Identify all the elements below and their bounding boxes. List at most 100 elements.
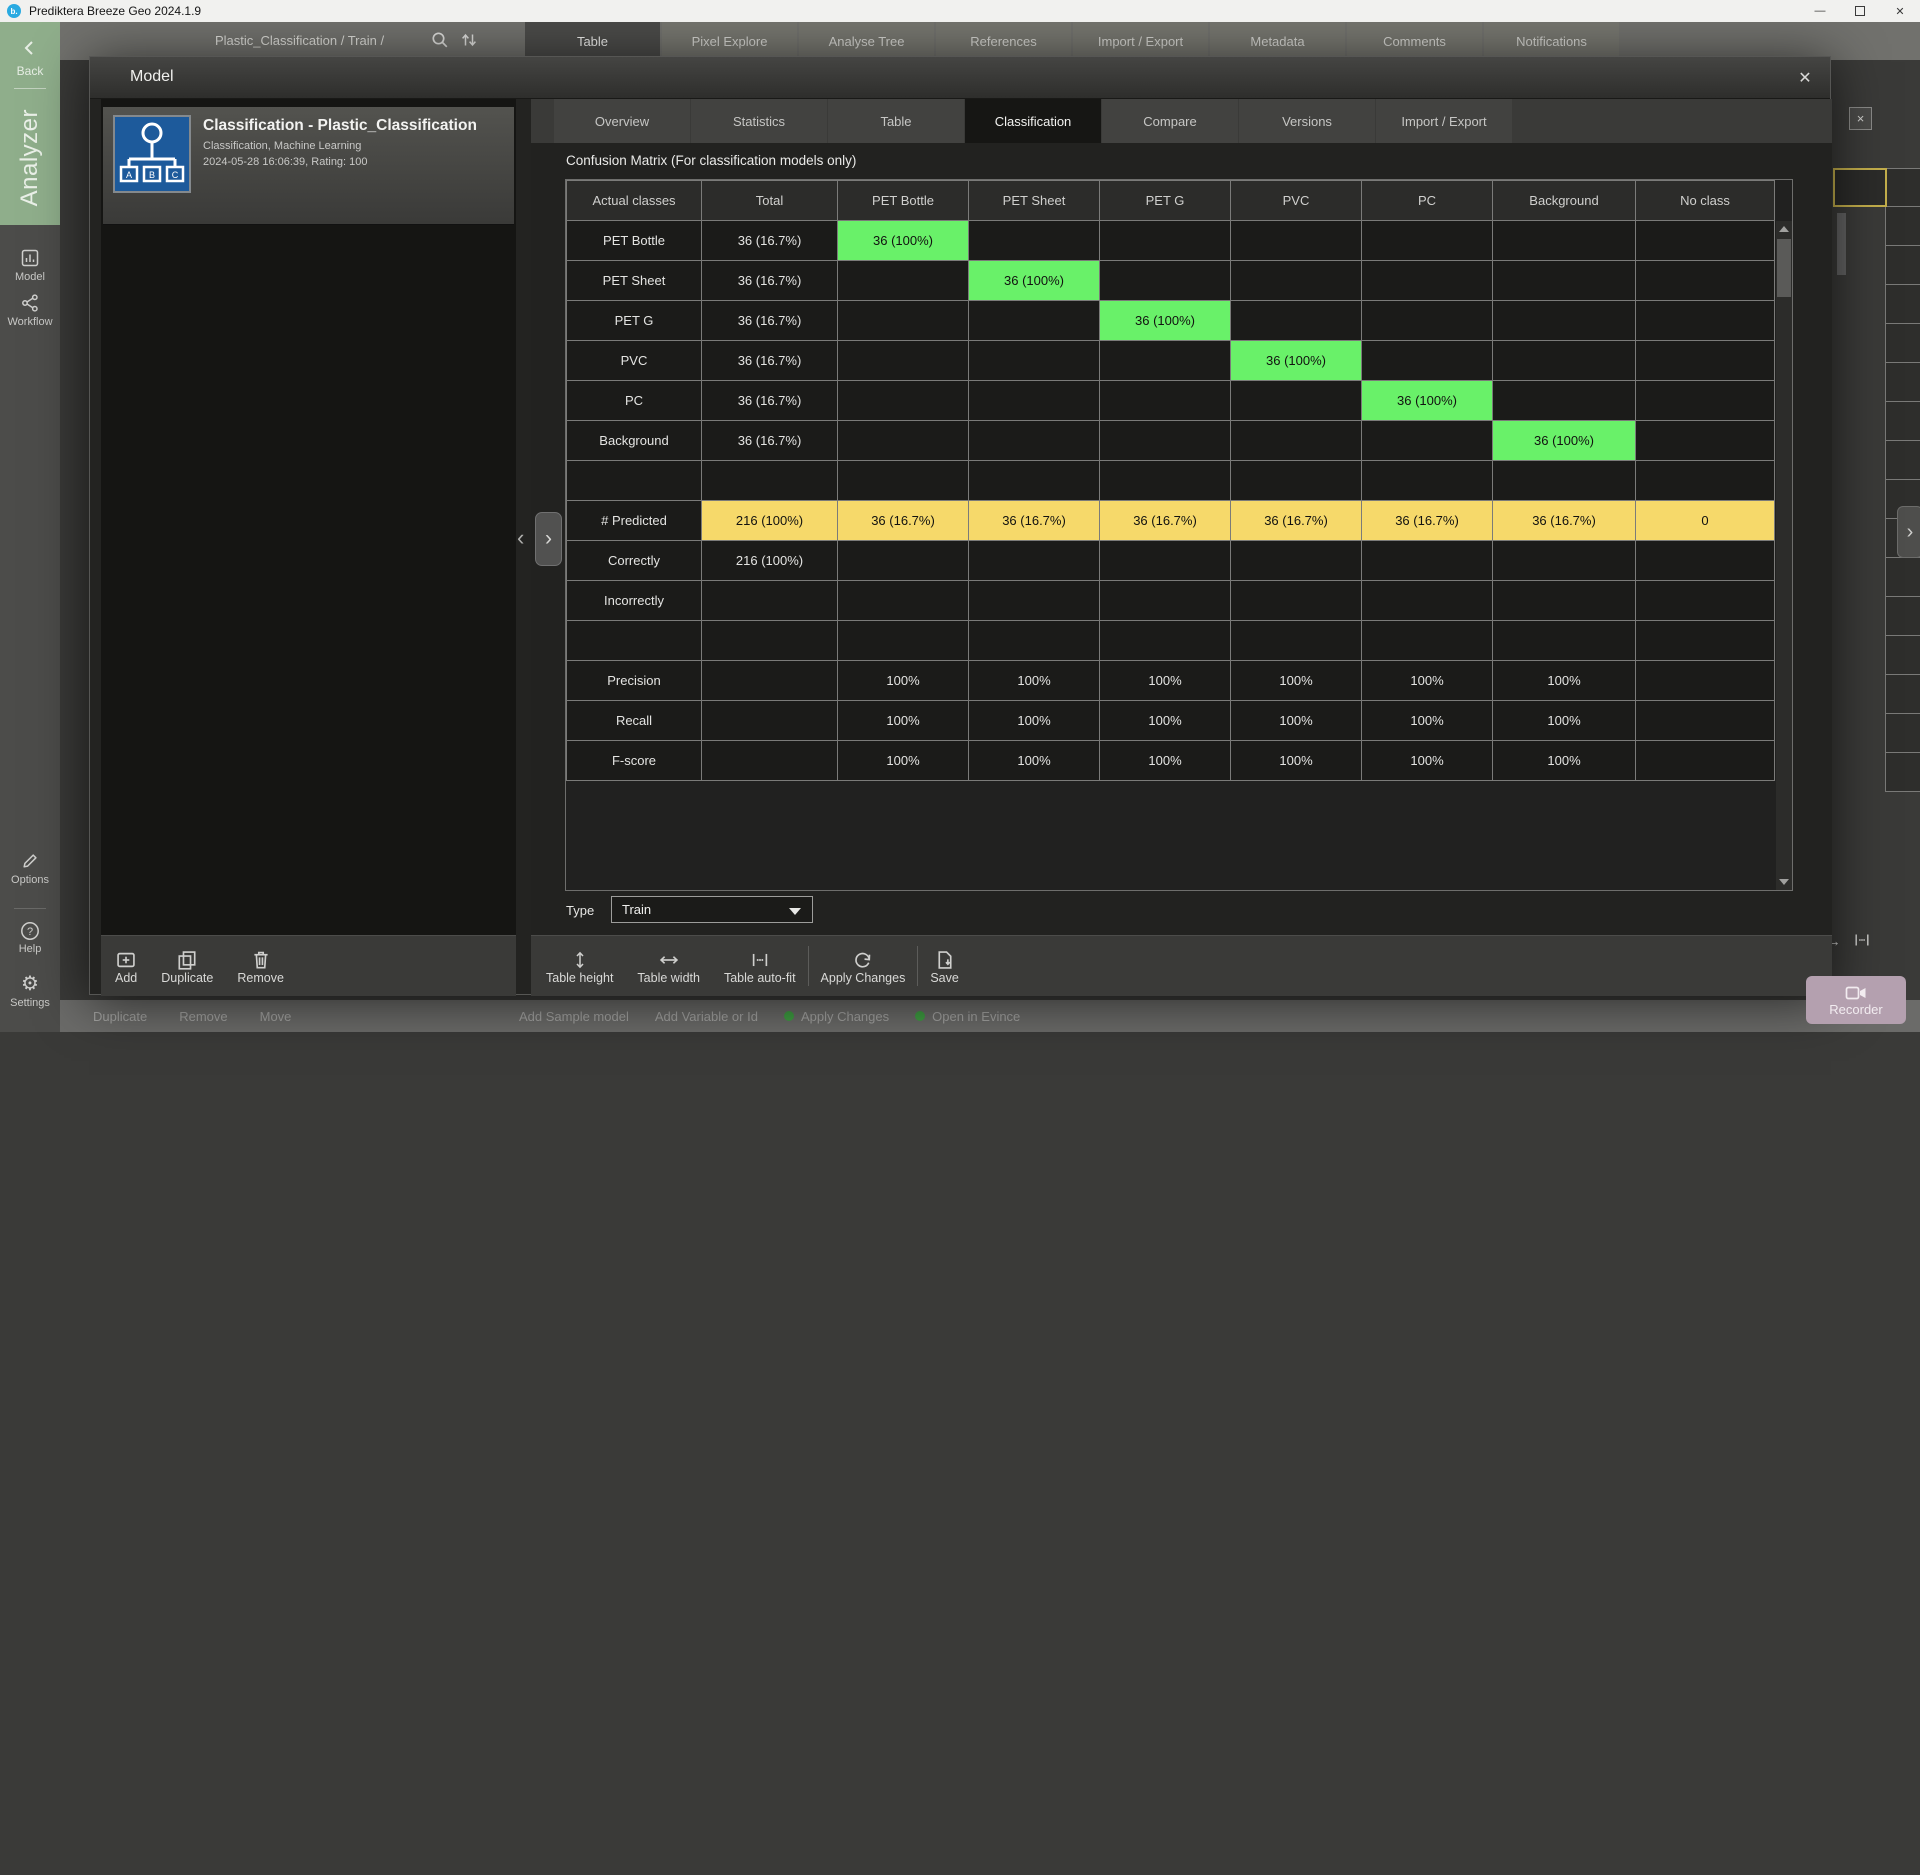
scroll-up-icon[interactable]	[1779, 226, 1789, 232]
expand-right-chevron-button[interactable]: ›	[535, 512, 562, 566]
matrix-cell: 100%	[1362, 741, 1493, 781]
matrix-cell	[1231, 461, 1362, 501]
matrix-cell	[969, 461, 1100, 501]
model-tab-statistics[interactable]: Statistics	[691, 99, 827, 143]
statusbar: Duplicate Remove Move Add Sample model Add …	[60, 1000, 1920, 1032]
model-tab-versions[interactable]: Versions	[1239, 99, 1375, 143]
table-height-button[interactable]: Table height	[534, 936, 625, 996]
model-icon	[0, 248, 60, 270]
status-item-remove[interactable]: Remove	[179, 1009, 227, 1024]
matrix-cell	[1231, 541, 1362, 581]
save-icon	[934, 947, 956, 971]
matrix-cell	[1493, 341, 1636, 381]
sidebar-item-model[interactable]: Model	[0, 248, 60, 283]
background-table-column	[1885, 168, 1920, 792]
status-item-apply-changes[interactable]: Apply Changes	[784, 1009, 889, 1024]
table-toolbar: Table heightTable widthTable auto-fit App…	[531, 935, 1832, 996]
table-scrollbar[interactable]	[1776, 221, 1792, 890]
status-item-open-in-evince[interactable]: Open in Evince	[915, 1009, 1020, 1024]
sidebar-item-options[interactable]: Options	[0, 851, 60, 886]
type-dropdown[interactable]: Train	[611, 896, 813, 923]
background-scrollbar-thumb[interactable]	[1837, 213, 1846, 275]
minimize-button[interactable]: —	[1800, 0, 1840, 22]
sidebar-item-help[interactable]: ?Help	[0, 920, 60, 955]
matrix-cell	[1362, 461, 1493, 501]
background-table-cell	[1885, 246, 1920, 285]
model-tab-classification[interactable]: Classification	[965, 99, 1101, 143]
background-table-cell	[1885, 753, 1920, 792]
matrix-row-label: PC	[567, 381, 702, 421]
top-tab-comments[interactable]: Comments	[1347, 22, 1482, 60]
table-row: Background36 (16.7%)36 (100%)	[567, 421, 1775, 461]
duplicate-button[interactable]: Duplicate	[149, 936, 225, 996]
status-item-move[interactable]: Move	[260, 1009, 292, 1024]
matrix-cell: 100%	[969, 741, 1100, 781]
status-item-add-variable-or-id[interactable]: Add Variable or Id	[655, 1009, 758, 1024]
top-tab-table[interactable]: Table	[525, 22, 660, 60]
model-tab-overview[interactable]: Overview	[554, 99, 690, 143]
sidebar-item-settings[interactable]: ⚙Settings	[0, 974, 60, 1009]
top-tab-references[interactable]: References	[936, 22, 1071, 60]
status-item-add-sample-model[interactable]: Add Sample model	[519, 1009, 629, 1024]
matrix-col-header-total: Total	[702, 181, 838, 221]
analyzer-section[interactable]: Back Analyzer	[0, 22, 60, 225]
model-card[interactable]: A B C Classification - Plastic_Classific…	[103, 107, 514, 225]
back-chevron-icon[interactable]	[20, 38, 40, 58]
remove-button[interactable]: Remove	[225, 936, 296, 996]
collapse-left-chevron-icon[interactable]: ‹	[517, 525, 524, 551]
top-tab-metadata[interactable]: Metadata	[1210, 22, 1345, 60]
maximize-button[interactable]	[1840, 0, 1880, 22]
model-tab-import-export[interactable]: Import / Export	[1376, 99, 1512, 143]
duplicate-icon	[176, 947, 198, 971]
matrix-cell	[1493, 261, 1636, 301]
status-item-label: Apply Changes	[801, 1009, 889, 1024]
trash-icon	[250, 947, 272, 971]
background-table-cell	[1885, 714, 1920, 753]
matrix-cell	[1636, 701, 1775, 741]
tool-label: Apply Changes	[821, 971, 906, 985]
matrix-col-header-pet-sheet: PET Sheet	[969, 181, 1100, 221]
top-tab-bar: TablePixel ExploreAnalyse TreeReferences…	[525, 22, 1621, 60]
table-auto-fit-button[interactable]: Table auto-fit	[712, 936, 808, 996]
top-tab-import-export[interactable]: Import / Export	[1073, 22, 1208, 60]
matrix-cell	[1493, 541, 1636, 581]
type-label: Type	[566, 903, 594, 918]
model-tab-compare[interactable]: Compare	[1102, 99, 1238, 143]
dialog-close-icon[interactable]: ✕	[1792, 66, 1818, 90]
top-tab-analyse-tree[interactable]: Analyse Tree	[799, 22, 934, 60]
status-item-label: Open in Evince	[932, 1009, 1020, 1024]
table-width-button[interactable]: Table width	[625, 936, 712, 996]
scrollbar-thumb[interactable]	[1777, 239, 1791, 297]
model-tab-table[interactable]: Table	[828, 99, 964, 143]
matrix-col-header-no-class: No class	[1636, 181, 1775, 221]
background-panel-close-icon[interactable]: ×	[1849, 107, 1872, 130]
analyzer-brand: Analyzer	[0, 96, 60, 220]
edge-expand-button[interactable]: ›	[1897, 506, 1920, 558]
sort-arrows-icon[interactable]	[459, 30, 479, 50]
breadcrumb[interactable]: Plastic_Classification / Train /	[215, 33, 384, 48]
matrix-cell	[969, 381, 1100, 421]
matrix-cell	[1100, 541, 1231, 581]
apply-changes-button[interactable]: Apply Changes	[809, 936, 918, 996]
matrix-cell: 36 (16.7%)	[838, 501, 969, 541]
top-tab-pixel-explore[interactable]: Pixel Explore	[662, 22, 797, 60]
matrix-cell: 36 (100%)	[1231, 341, 1362, 381]
top-tab-notifications[interactable]: Notifications	[1484, 22, 1619, 60]
scroll-down-icon[interactable]	[1779, 879, 1789, 885]
sidebar-item-label: Settings	[0, 997, 60, 1009]
search-icon[interactable]	[430, 30, 450, 50]
matrix-row-label	[567, 461, 702, 501]
sidebar-item-workflow[interactable]: Workflow	[0, 293, 60, 328]
svg-text:?: ?	[27, 926, 33, 938]
section-title: Confusion Matrix (For classification mod…	[566, 153, 856, 168]
table-row: PET Bottle36 (16.7%)36 (100%)	[567, 221, 1775, 261]
back-label[interactable]: Back	[0, 64, 60, 78]
status-item-duplicate[interactable]: Duplicate	[93, 1009, 147, 1024]
add-button[interactable]: Add	[103, 936, 149, 996]
recorder-button[interactable]: Recorder	[1806, 976, 1906, 1024]
close-button[interactable]: ✕	[1880, 0, 1920, 22]
table-row: Precision100%100%100%100%100%100%	[567, 661, 1775, 701]
background-table-cell	[1885, 675, 1920, 714]
save-button[interactable]: Save	[918, 936, 971, 996]
matrix-row-label: PET Sheet	[567, 261, 702, 301]
